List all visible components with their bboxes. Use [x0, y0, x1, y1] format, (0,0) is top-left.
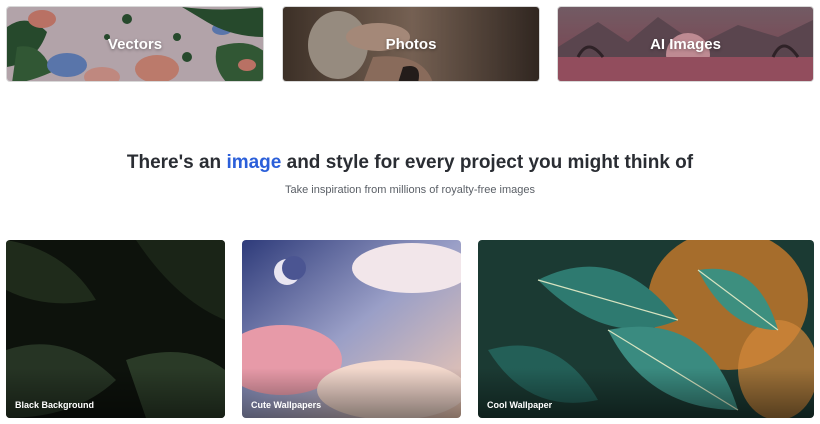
category-label-vectors: Vectors — [107, 35, 163, 53]
section-headline: There's an image and style for every pro… — [0, 152, 820, 174]
gallery-caption-black-background: Black Background — [15, 400, 95, 410]
category-card-ai-images[interactable]: AI Images — [557, 6, 814, 82]
gallery-caption-cool-wallpaper: Cool Wallpaper — [487, 400, 553, 410]
headline-accent-word: image — [226, 152, 282, 173]
gallery-card-cool-wallpaper[interactable]: Cool Wallpaper — [478, 240, 814, 418]
category-label-ai-images: AI Images — [650, 35, 721, 53]
headline-text-before: There's an — [126, 152, 227, 173]
gallery-caption-cute-wallpapers: Cute Wallpapers — [251, 400, 322, 410]
cool-wallpaper-caption-fade — [478, 368, 814, 418]
cute-wallpapers-caption-fade — [242, 368, 461, 418]
section-subheadline: Take inspiration from millions of royalt… — [284, 184, 536, 196]
black-background-caption-fade — [6, 368, 225, 418]
category-card-photos[interactable]: Photos — [282, 6, 540, 82]
gallery-card-cute-wallpapers[interactable]: Cute Wallpapers — [242, 240, 461, 418]
category-card-vectors[interactable]: Vectors — [6, 6, 264, 82]
headline-text-after: and style for every project you might th… — [281, 152, 694, 173]
gallery-card-black-background[interactable]: Black Background — [6, 240, 225, 418]
category-label-photos: Photos — [385, 35, 437, 53]
